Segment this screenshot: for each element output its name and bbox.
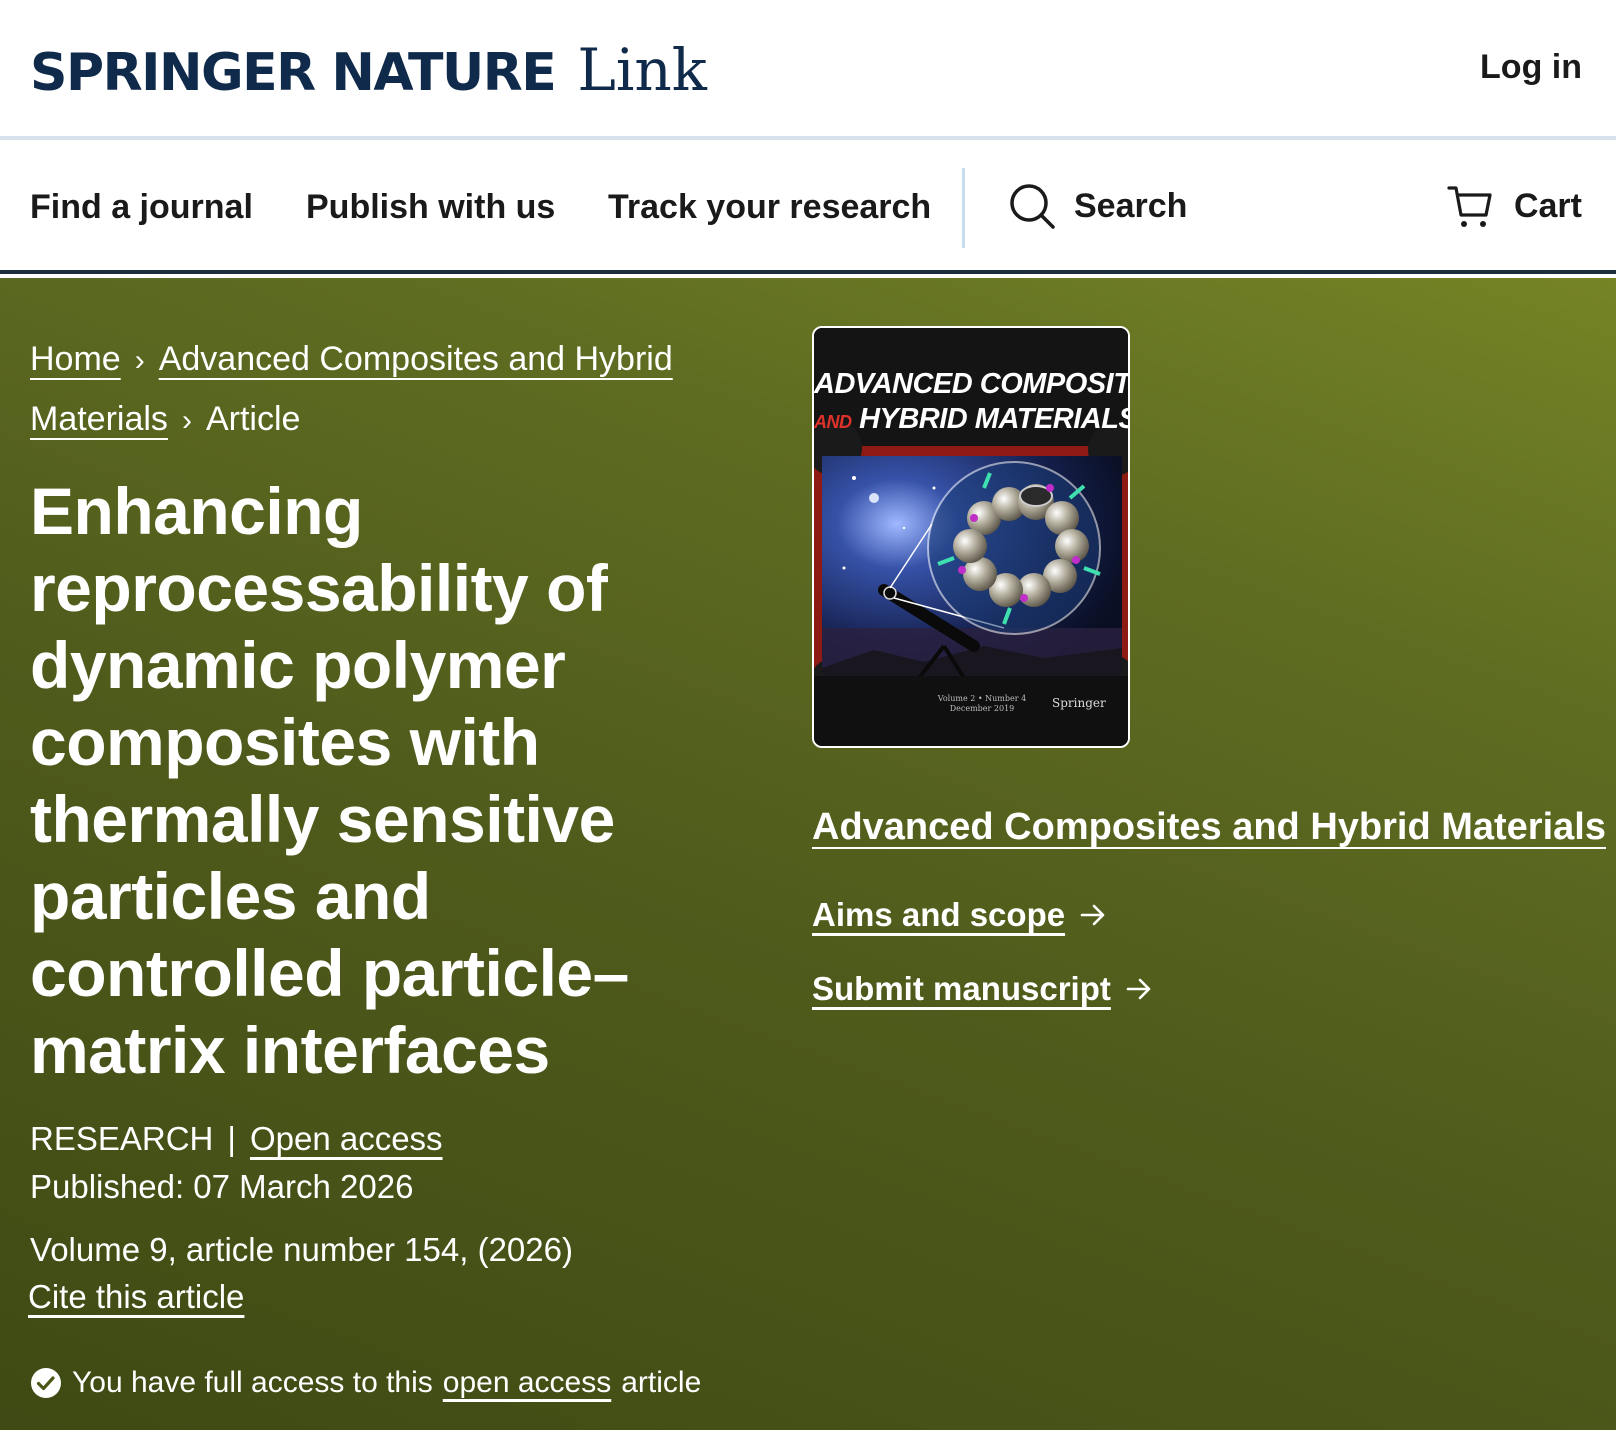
cover-publisher: Springer bbox=[1052, 696, 1106, 710]
cover-title-rest: HYBRID MATERIALS bbox=[859, 403, 1130, 435]
journal-name-link[interactable]: Advanced Composites and Hybrid Materials bbox=[812, 806, 1606, 849]
brand-sub: Link bbox=[577, 36, 707, 104]
site-header: SPRINGER NATURE Link Log in bbox=[0, 0, 1616, 140]
search-icon bbox=[1010, 184, 1055, 229]
cart-icon bbox=[1447, 186, 1492, 227]
chevron-right-icon: › bbox=[134, 344, 145, 377]
search-label: Search bbox=[1074, 186, 1188, 225]
brand-main: SPRINGER NATURE bbox=[30, 43, 557, 103]
cart-label: Cart bbox=[1513, 186, 1582, 225]
volume-info: Volume 9, article number 154, (2026) bbox=[30, 1231, 573, 1268]
nav-divider bbox=[962, 168, 965, 248]
cover-title-line2: AND HYBRID MATERIALS bbox=[814, 403, 1128, 436]
nav-track-research[interactable]: Track your research bbox=[608, 188, 931, 227]
cart-button[interactable]: Cart bbox=[1446, 182, 1582, 230]
submit-manuscript-label: Submit manuscript bbox=[812, 970, 1111, 1007]
breadcrumb-home[interactable]: Home bbox=[30, 340, 121, 378]
breadcrumb-journal[interactable]: Advanced Composites and Hybrid Materials bbox=[30, 340, 673, 438]
check-circle-icon bbox=[31, 1368, 61, 1398]
published-date: Published: 07 March 2026 bbox=[30, 1168, 414, 1205]
springer-nature-link-logo[interactable]: SPRINGER NATURE Link bbox=[30, 36, 707, 104]
access-open-access-link[interactable]: open access bbox=[443, 1366, 611, 1400]
login-link[interactable]: Log in bbox=[1480, 48, 1582, 87]
journal-cover[interactable]: ADVANCED COMPOSITES AND HYBRID MATERIALS… bbox=[812, 326, 1130, 748]
search-button[interactable]: Search bbox=[1008, 182, 1187, 230]
article-hero: Home › Advanced Composites and Hybrid Mate… bbox=[0, 278, 1616, 1430]
cover-issue: Volume 2 • Number 4 December 2019 bbox=[932, 694, 1032, 714]
aims-scope-link[interactable]: Aims and scope bbox=[812, 896, 1107, 934]
cover-issue-line1: Volume 2 • Number 4 bbox=[937, 694, 1027, 703]
aims-scope-label: Aims and scope bbox=[812, 896, 1066, 933]
cover-issue-line2: December 2019 bbox=[949, 704, 1015, 713]
arrow-right-icon bbox=[1126, 978, 1151, 1000]
submit-manuscript-link[interactable]: Submit manuscript bbox=[812, 970, 1153, 1008]
nav-publish-with-us[interactable]: Publish with us bbox=[306, 188, 555, 227]
access-notice: You have full access to this open access… bbox=[30, 1366, 701, 1400]
open-access-link[interactable]: Open access bbox=[250, 1120, 443, 1157]
cite-article-link[interactable]: Cite this article bbox=[28, 1278, 244, 1316]
arrow-right-icon bbox=[1080, 904, 1105, 926]
breadcrumb-current: Article bbox=[205, 400, 301, 438]
cover-footer: Volume 2 • Number 4 December 2019 Spring… bbox=[814, 676, 1128, 746]
article-type: RESEARCH bbox=[30, 1120, 214, 1157]
nav-find-journal[interactable]: Find a journal bbox=[30, 188, 253, 227]
breadcrumb: Home › Advanced Composites and Hybrid Mate… bbox=[30, 330, 710, 450]
cover-title-line1: ADVANCED COMPOSITES bbox=[814, 368, 1130, 400]
access-prefix: You have full access to this bbox=[72, 1366, 433, 1399]
pipe-divider: | bbox=[227, 1120, 236, 1157]
cover-title-and: AND bbox=[814, 412, 852, 432]
main-nav: Find a journal Publish with us Track you… bbox=[0, 144, 1616, 274]
access-suffix: article bbox=[621, 1366, 702, 1399]
article-type-row: RESEARCH | Open access bbox=[30, 1120, 443, 1158]
article-title: Enhancing reprocessability of dynamic po… bbox=[30, 474, 629, 1087]
chevron-right-icon: › bbox=[181, 404, 192, 437]
